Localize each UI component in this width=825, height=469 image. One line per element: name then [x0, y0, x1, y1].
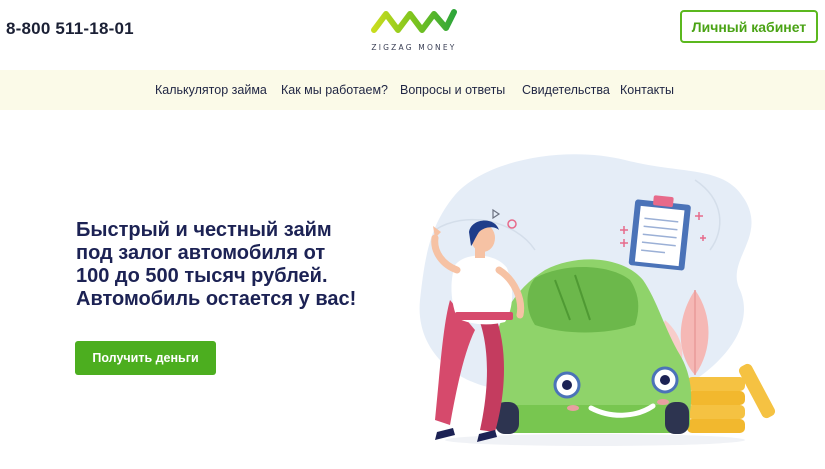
logo-wordmark: ZIGZAG MONEY [371, 43, 457, 52]
hero-headline: Быстрый и честный займ под залог автомоб… [76, 219, 396, 311]
headline-line-2: под залог автомобиля от [76, 242, 326, 264]
main-navigation: Калькулятор займа Как мы работаем? Вопро… [0, 70, 825, 110]
hero-illustration [395, 140, 815, 469]
zigzag-money-logo[interactable]: ZIGZAG MONEY [368, 6, 460, 54]
person-car-illustration-icon [419, 154, 776, 446]
headline-line-1: Быстрый и честный займ [76, 219, 332, 241]
zigzag-logo-icon [371, 9, 457, 33]
headline-line-4: Автомобиль остается у вас! [76, 288, 357, 310]
nav-item-certificates[interactable]: Свидетельства [522, 83, 610, 97]
get-money-button[interactable]: Получить деньги [75, 341, 216, 375]
headline-line-3: 100 до 500 тысяч рублей. [76, 265, 328, 287]
nav-item-how-we-work[interactable]: Как мы работаем? [281, 83, 388, 97]
personal-cabinet-button[interactable]: Личный кабинет [680, 10, 818, 43]
phone-number[interactable]: 8-800 511-18-01 [6, 19, 134, 39]
nav-item-contacts[interactable]: Контакты [620, 83, 674, 97]
nav-item-loan-calculator[interactable]: Калькулятор займа [155, 83, 267, 97]
nav-item-faq[interactable]: Вопросы и ответы [400, 83, 505, 97]
